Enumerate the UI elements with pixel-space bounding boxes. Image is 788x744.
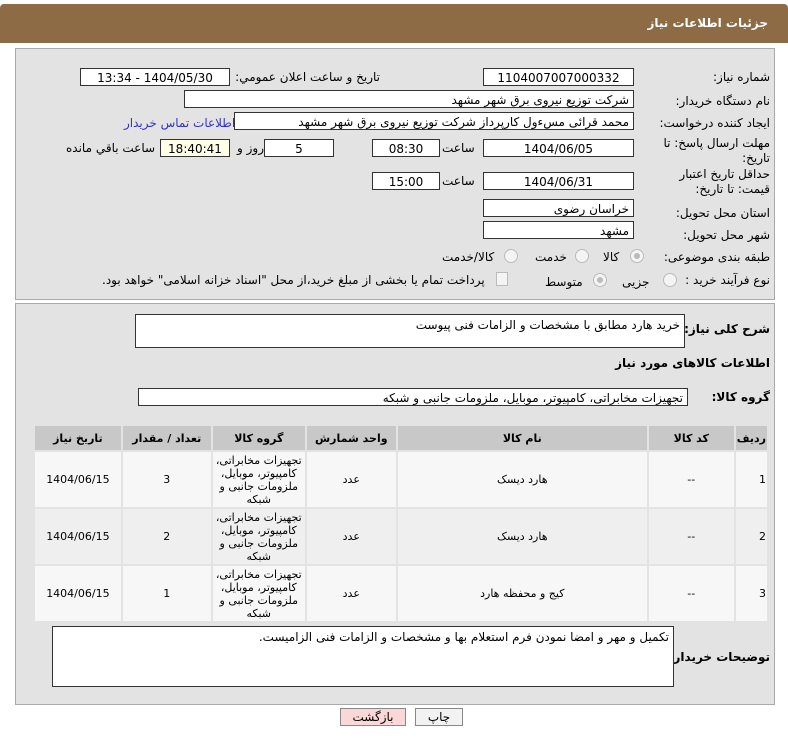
days-field: 5 bbox=[264, 139, 334, 157]
col-group: گروه کالا bbox=[210, 424, 307, 452]
category-radio-service[interactable] bbox=[575, 249, 589, 263]
category-label: طبقه بندی موضوعی: bbox=[663, 250, 770, 264]
deadline-time-field: 08:30 bbox=[372, 139, 440, 157]
province-label: استان محل تحویل: bbox=[675, 206, 770, 220]
cell-name: هارد دیسک bbox=[395, 507, 649, 566]
cell-qty: 2 bbox=[120, 507, 213, 566]
cell-date: 1404/06/15 bbox=[33, 564, 123, 623]
province-field: خراسان رضوی bbox=[483, 199, 634, 217]
col-name: نام کالا bbox=[395, 424, 649, 452]
need-number-field: 1104007007000332 bbox=[483, 68, 634, 86]
cell-row: 1 bbox=[733, 450, 770, 509]
deadline-label: مهلت ارسال پاسخ: تا تاریخ: bbox=[663, 136, 770, 165]
table-row: 2 -- هارد دیسک عدد تجهیزات مخابراتی، کامپیوت… bbox=[33, 507, 770, 566]
page-header: جزئیات اطلاعات نیاز bbox=[0, 4, 788, 43]
cell-group: تجهیزات مخابراتی، کامپیوتر، موبایل، ملزو… bbox=[210, 564, 307, 623]
process-option-minor: جزیی bbox=[622, 275, 650, 289]
summary-label: شرح کلی نیاز: bbox=[684, 322, 770, 336]
cell-code: -- bbox=[646, 564, 736, 623]
process-option-medium: متوسط bbox=[545, 275, 583, 289]
buyer-contact-link[interactable]: اطلاعات تماس خریدار bbox=[124, 116, 235, 130]
days-label: روز و bbox=[237, 141, 264, 155]
col-row: ردیف bbox=[733, 424, 770, 452]
col-date: تاریخ نیاز bbox=[33, 424, 123, 452]
cell-name: کیج و محفظه هارد bbox=[395, 564, 649, 623]
notes-field[interactable]: تکمیل و مهر و امضا نمودن فرم استعلام بها… bbox=[52, 626, 674, 687]
cell-qty: 3 bbox=[120, 450, 213, 509]
notes-label: توضیحات خریدار: bbox=[668, 650, 770, 664]
cell-group: تجهیزات مخابراتی، کامپیوتر، موبایل، ملزو… bbox=[210, 507, 307, 566]
announce-field: 1404/05/30 - 13:34 bbox=[80, 68, 230, 86]
city-field: مشهد bbox=[483, 221, 634, 239]
remaining-label: ساعت باقي مانده bbox=[66, 141, 156, 155]
category-option-goods: کالا bbox=[603, 250, 620, 264]
goods-group-field: تجهیزات مخابراتی، کامپیوتر، موبایل، ملزو… bbox=[138, 388, 688, 406]
cell-unit: عدد bbox=[304, 564, 398, 623]
goods-table: ردیف کد کالا نام کالا واحد شمارش گروه کا… bbox=[33, 424, 770, 623]
process-label: نوع فرآیند خرید : bbox=[685, 273, 770, 287]
goods-group-label: گروه کالا: bbox=[711, 390, 770, 404]
col-unit: واحد شمارش bbox=[304, 424, 398, 452]
cell-group: تجهیزات مخابراتی، کامپیوتر، موبایل، ملزو… bbox=[210, 450, 307, 509]
creator-label: ایجاد کننده درخواست: bbox=[659, 116, 770, 130]
buyer-field: شرکت توزیع نیروی برق شهر مشهد bbox=[184, 90, 634, 108]
need-number-label: شماره نیاز: bbox=[713, 70, 770, 84]
payment-checkbox[interactable] bbox=[496, 272, 508, 286]
remaining-time-field: 18:40:41 bbox=[160, 139, 230, 157]
cell-date: 1404/06/15 bbox=[33, 507, 123, 566]
process-radio-medium[interactable] bbox=[593, 273, 607, 287]
col-code: کد کالا bbox=[646, 424, 736, 452]
cell-unit: عدد bbox=[304, 507, 398, 566]
back-button[interactable]: بازگشت bbox=[340, 708, 406, 726]
announce-label: تاریخ و ساعت اعلان عمومي: bbox=[235, 70, 380, 84]
validity-date-field: 1404/06/31 bbox=[483, 172, 634, 190]
deadline-time-label: ساعت bbox=[442, 141, 475, 155]
payment-note: پرداخت تمام یا بخشی از مبلغ خرید،از محل … bbox=[102, 273, 485, 287]
city-label: شهر محل تحویل: bbox=[683, 228, 770, 242]
cell-row: 3 bbox=[733, 564, 770, 623]
page-title: جزئیات اطلاعات نیاز bbox=[647, 16, 768, 30]
validity-time-label: ساعت bbox=[442, 174, 475, 188]
process-radio-minor[interactable] bbox=[663, 273, 677, 287]
cell-unit: عدد bbox=[304, 450, 398, 509]
cell-name: هارد دیسک bbox=[395, 450, 649, 509]
goods-section-title: اطلاعات کالاهای مورد نیاز bbox=[615, 356, 770, 370]
summary-field[interactable]: خرید هارد مطابق با مشخصات و الزامات فنی … bbox=[135, 314, 685, 348]
cell-code: -- bbox=[646, 507, 736, 566]
cell-row: 2 bbox=[733, 507, 770, 566]
category-option-both: کالا/خدمت bbox=[442, 250, 495, 264]
validity-label: حداقل تاریخ اعتبار قیمت: تا تاریخ: bbox=[679, 167, 770, 196]
cell-date: 1404/06/15 bbox=[33, 450, 123, 509]
cell-qty: 1 bbox=[120, 564, 213, 623]
table-row: 3 -- کیج و محفظه هارد عدد تجهیزات مخابراتی، … bbox=[33, 564, 770, 623]
buyer-label: نام دستگاه خریدار: bbox=[675, 94, 771, 108]
table-row: 1 -- هارد دیسک عدد تجهیزات مخابراتی، کامپیوت… bbox=[33, 450, 770, 509]
category-radio-both[interactable] bbox=[504, 249, 518, 263]
print-button[interactable]: چاپ bbox=[415, 708, 463, 726]
creator-field: محمد قرائی مسءول کارپرداز شرکت توزیع نیر… bbox=[234, 112, 634, 130]
category-radio-goods[interactable] bbox=[630, 249, 644, 263]
cell-code: -- bbox=[646, 450, 736, 509]
validity-time-field: 15:00 bbox=[372, 172, 440, 190]
deadline-date-field: 1404/06/05 bbox=[483, 139, 634, 157]
col-qty: تعداد / مقدار bbox=[120, 424, 213, 452]
category-option-service: خدمت bbox=[535, 250, 567, 264]
